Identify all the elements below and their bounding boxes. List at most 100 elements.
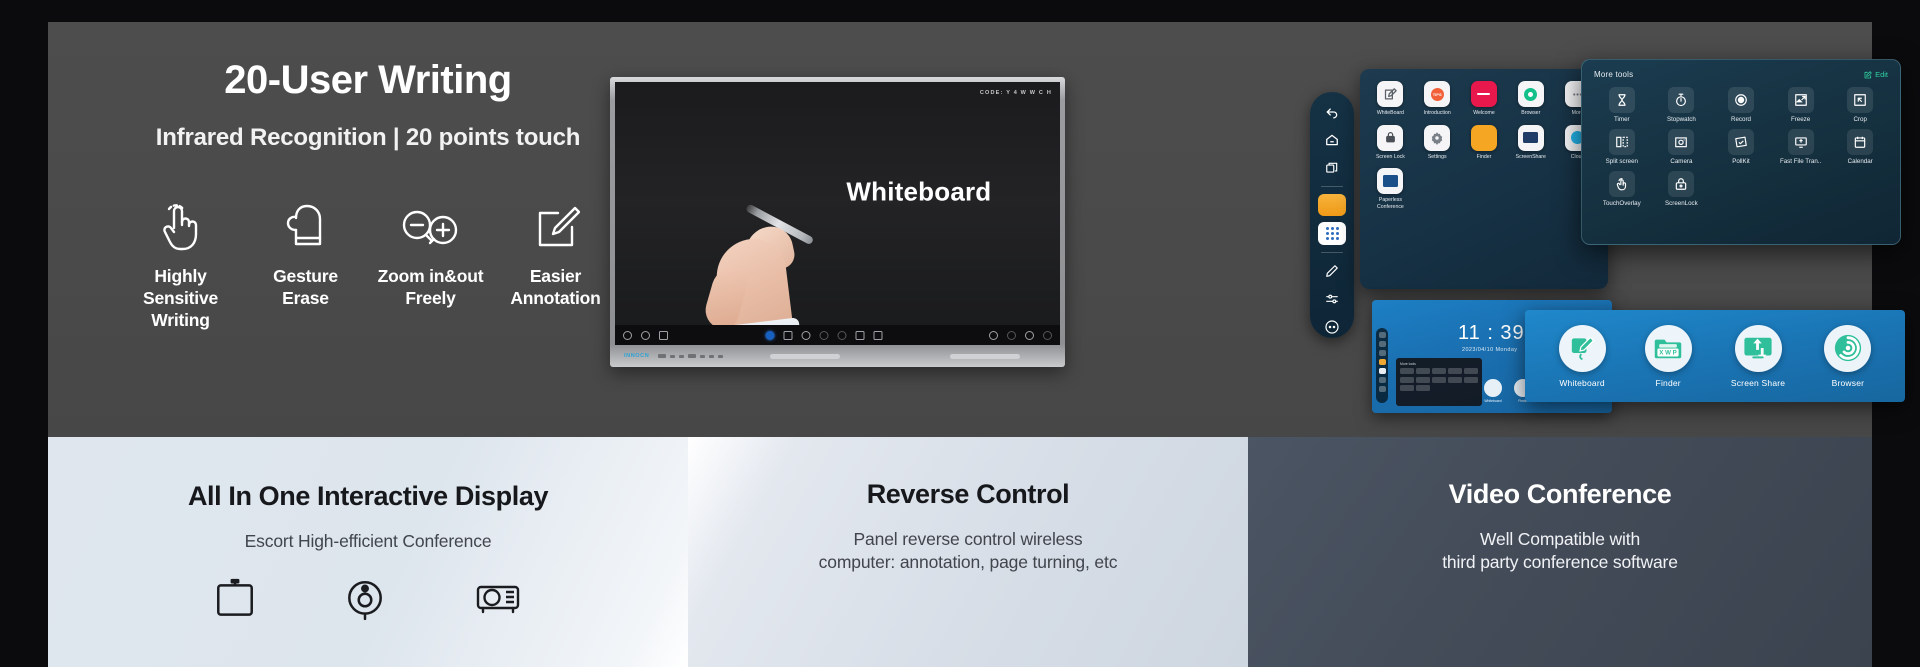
back-icon[interactable]: [1378, 332, 1386, 338]
more-tools-header: More tools Edit: [1594, 70, 1888, 79]
paperless-conference-icon: [1377, 168, 1404, 194]
pen-icon[interactable]: [1378, 377, 1386, 383]
app-screen-lock[interactable]: Screen Lock: [1370, 124, 1411, 161]
apps-grid: WhiteBoard TIPS Introduction Welcome Bro…: [1370, 81, 1598, 210]
shortcut-whiteboard[interactable]: Whiteboard: [1558, 324, 1606, 388]
more-tools-panel[interactable]: More tools Edit Timer Stopwatch Record F…: [1581, 59, 1901, 245]
app-paperless-conference[interactable]: Paperless Conference: [1370, 168, 1411, 210]
pen-tool-icon[interactable]: [765, 330, 775, 340]
app-settings[interactable]: Settings: [1417, 124, 1458, 161]
note-icon[interactable]: [1378, 359, 1386, 365]
display-icon: [212, 577, 258, 623]
close-icon[interactable]: [1043, 330, 1052, 340]
card-title: Reverse Control: [866, 479, 1070, 509]
tool-stopwatch[interactable]: Stopwatch: [1654, 87, 1710, 123]
settings-icon[interactable]: [1318, 288, 1346, 310]
apps-grid-icon[interactable]: [1318, 222, 1346, 245]
whiteboard-canvas-text: Whiteboard: [846, 176, 992, 207]
card-all-in-one-interactive-display: All In One Interactive Display Escort Hi…: [48, 437, 688, 667]
home-more-tools-popup[interactable]: More tools: [1396, 358, 1482, 406]
whiteboard-toolbar[interactable]: [615, 325, 1060, 345]
tasks-icon[interactable]: [1318, 157, 1346, 179]
camera-icon: [1668, 129, 1695, 155]
card-title: All In One Interactive Display: [187, 481, 549, 511]
save-icon[interactable]: [855, 330, 865, 340]
tool-pollkit[interactable]: PollKit: [1713, 129, 1769, 165]
tool-label: Calendar: [1847, 158, 1873, 165]
home-icon[interactable]: [1318, 129, 1346, 151]
freeze-icon: [1787, 87, 1814, 113]
shortcut-finder[interactable]: X W P Finder: [1644, 324, 1692, 388]
whiteboard-icon: [1558, 324, 1606, 372]
edit-button[interactable]: Edit: [1864, 70, 1888, 79]
apps-launcher-panel[interactable]: WhiteBoard TIPS Introduction Welcome Bro…: [1360, 69, 1608, 289]
tool-camera[interactable]: Camera: [1654, 129, 1710, 165]
tool-split-screen[interactable]: Split screen: [1594, 129, 1650, 165]
floating-side-toolbar[interactable]: [1310, 92, 1354, 338]
feature-easier-annotation: Easier Annotation: [493, 196, 618, 332]
shortcut-label: Screen Share: [1730, 377, 1786, 388]
app-welcome[interactable]: Welcome: [1464, 81, 1505, 117]
home-dock-whiteboard[interactable]: Whiteboard: [1484, 379, 1502, 403]
cloud-icon[interactable]: [1007, 330, 1016, 340]
app-introduction[interactable]: TIPS Introduction: [1417, 81, 1458, 117]
grid-icon[interactable]: [873, 330, 883, 340]
home-side-toolbar[interactable]: [1376, 328, 1388, 403]
note-icon[interactable]: [1318, 194, 1346, 217]
tool-label: Crop: [1853, 116, 1867, 123]
apps-grid-icon[interactable]: [1378, 368, 1386, 374]
projector-icon: [472, 577, 524, 623]
edit-label: Edit: [1875, 70, 1888, 79]
display-screen[interactable]: CODE: Y 4 W W C H Whiteboard: [615, 82, 1060, 345]
exit-icon[interactable]: [623, 330, 632, 340]
battery-icon[interactable]: [641, 330, 650, 340]
tool-touch-overlay[interactable]: TouchOverlay: [1594, 171, 1650, 207]
hero-title: 20-User Writing: [224, 58, 512, 102]
tool-calendar[interactable]: Calendar: [1832, 129, 1888, 165]
pen-icon[interactable]: [1318, 260, 1346, 282]
welcome-icon: [1470, 81, 1497, 107]
toolbar-left-group[interactable]: [623, 330, 668, 340]
tool-crop[interactable]: Crop: [1832, 87, 1888, 123]
feature-zoom-in-out: Zoom in&out Freely: [368, 196, 493, 332]
app-screenshare[interactable]: ScreenShare: [1510, 124, 1551, 161]
home-icon[interactable]: [1378, 341, 1386, 347]
divider: [1321, 251, 1343, 253]
browser-icon: [1824, 324, 1872, 372]
tasks-icon[interactable]: [1378, 350, 1386, 356]
mitten-erase-icon: [243, 196, 368, 252]
home-clock: 11 : 39: [1458, 322, 1525, 344]
shortcut-label: Finder: [1655, 377, 1681, 388]
app-whiteboard[interactable]: WhiteBoard: [1370, 81, 1411, 117]
shortcut-browser[interactable]: Browser: [1824, 324, 1872, 388]
layers-icon[interactable]: [1025, 330, 1034, 340]
keyboard-icon[interactable]: [659, 330, 668, 340]
toolbar-right-group[interactable]: [989, 330, 1052, 340]
home-popup-title: More tools: [1400, 362, 1416, 366]
pollkit-icon: [1727, 129, 1754, 155]
settings-icon[interactable]: [1378, 386, 1386, 392]
toolbar-center-group[interactable]: [765, 330, 883, 340]
tool-timer[interactable]: Timer: [1594, 87, 1650, 123]
tool-fast-file-transfer[interactable]: Fast File Tran..: [1773, 129, 1829, 165]
more-icon[interactable]: [1318, 316, 1346, 338]
back-icon[interactable]: [1318, 101, 1346, 123]
shape-tool-icon[interactable]: [783, 330, 793, 340]
feature-label: Gesture Erase: [273, 266, 338, 308]
feature-label: Highly Sensitive Writing: [142, 266, 219, 330]
share-icon[interactable]: [989, 330, 998, 340]
undo-icon[interactable]: [819, 330, 829, 340]
app-shortcuts-overlay[interactable]: Whiteboard X W P Finder Screen Share Bro…: [1525, 310, 1905, 402]
tool-screen-lock[interactable]: ScreenLock: [1654, 171, 1710, 207]
app-finder[interactable]: Finder: [1464, 124, 1505, 161]
tool-record[interactable]: Record: [1713, 87, 1769, 123]
calendar-icon: [1847, 129, 1874, 155]
touch-overlay-icon: [1608, 171, 1635, 197]
eraser-tool-icon[interactable]: [801, 330, 811, 340]
redo-icon[interactable]: [837, 330, 847, 340]
app-browser[interactable]: Browser: [1510, 81, 1551, 117]
fast-file-transfer-icon: [1787, 129, 1814, 155]
shortcut-screen-share[interactable]: Screen Share: [1730, 324, 1786, 388]
tool-freeze[interactable]: Freeze: [1773, 87, 1829, 123]
browser-icon: [1517, 81, 1544, 107]
